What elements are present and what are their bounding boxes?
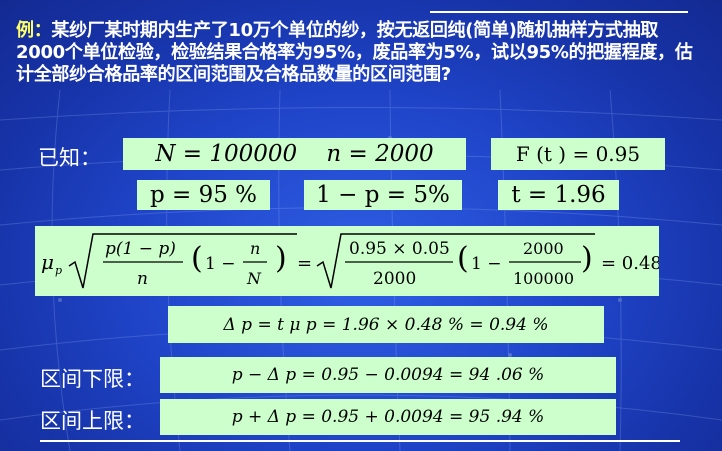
formula-1-p: 1 − p = 5% xyxy=(316,182,450,208)
mu-n-small: n xyxy=(250,239,260,258)
paren-left-2: ( xyxy=(457,241,469,276)
box-upper-limit: p + Δ p = 0.95 + 0.0094 = 95 .94 % xyxy=(160,399,616,435)
box-t: t = 1.96 xyxy=(498,180,619,210)
mu-num3: 2000 xyxy=(523,239,564,258)
mu-N-big: N xyxy=(246,269,262,288)
bottom-rule xyxy=(40,440,680,442)
box-p: p = 95 % xyxy=(137,180,270,210)
mu-eq: = xyxy=(297,253,312,274)
box-lower-limit: p − Δ p = 0.95 − 0.0094 = 94 .06 % xyxy=(160,357,616,393)
mu-den3: 100000 xyxy=(513,269,574,288)
formula-upper-limit: p + Δ p = 0.95 + 0.0094 = 95 .94 % xyxy=(231,407,545,427)
value-N: N = 100000 xyxy=(155,141,298,167)
box-mu-formula: μ p p(1 − p) n ( 1 − n N ) = 0.95 × 0.05… xyxy=(35,226,659,296)
mu-den1: n xyxy=(137,269,148,289)
mu-one: 1 − xyxy=(205,254,235,274)
mu-sub: p xyxy=(55,264,62,277)
problem-statement: 例：某纱厂某时期内生产了10万个单位的纱，按无返回纯(简单)随机抽样方式抽取20… xyxy=(16,20,706,86)
formula-Ft: F (t ) = 0.95 xyxy=(515,142,641,166)
formula-lower-limit: p − Δ p = 0.95 − 0.0094 = 94 .06 % xyxy=(231,365,545,385)
mu-den2: 2000 xyxy=(373,269,416,289)
mu-num2: 0.95 × 0.05 xyxy=(349,239,450,259)
lower-limit-label: 区间下限： xyxy=(40,367,145,391)
mu-result: = 0.48 % xyxy=(601,253,659,274)
formula-delta: Δ p = t μ p = 1.96 × 0.48 % = 0.94 % xyxy=(223,314,549,335)
problem-lead: 例： xyxy=(16,20,52,41)
formula-t: t = 1.96 xyxy=(511,182,606,208)
mu-formula: μ p p(1 − p) n ( 1 − n N ) = 0.95 × 0.05… xyxy=(41,233,659,289)
paren-right-2: ) xyxy=(581,241,593,276)
top-rule xyxy=(430,11,688,13)
paren-left-1: ( xyxy=(191,241,203,276)
mu-symbol: μ xyxy=(41,250,54,274)
box-1-p: 1 − p = 5% xyxy=(304,180,462,210)
paren-right-1: ) xyxy=(275,241,287,276)
mu-num1: p(1 − p) xyxy=(105,239,176,259)
formula-N-n: N = 100000 n = 2000 xyxy=(155,141,433,167)
box-delta: Δ p = t μ p = 1.96 × 0.48 % = 0.94 % xyxy=(168,306,604,343)
mu-one2: 1 − xyxy=(471,254,501,274)
known-label: 已知： xyxy=(38,146,101,170)
upper-limit-label: 区间上限： xyxy=(40,409,145,433)
value-n: n = 2000 xyxy=(326,141,434,167)
formula-p: p = 95 % xyxy=(149,182,258,208)
box-Ft: F (t ) = 0.95 xyxy=(491,138,665,170)
problem-text: 某纱厂某时期内生产了10万个单位的纱，按无返回纯(简单)随机抽样方式抽取2000… xyxy=(16,20,693,85)
box-N-n: N = 100000 n = 2000 xyxy=(123,138,466,170)
